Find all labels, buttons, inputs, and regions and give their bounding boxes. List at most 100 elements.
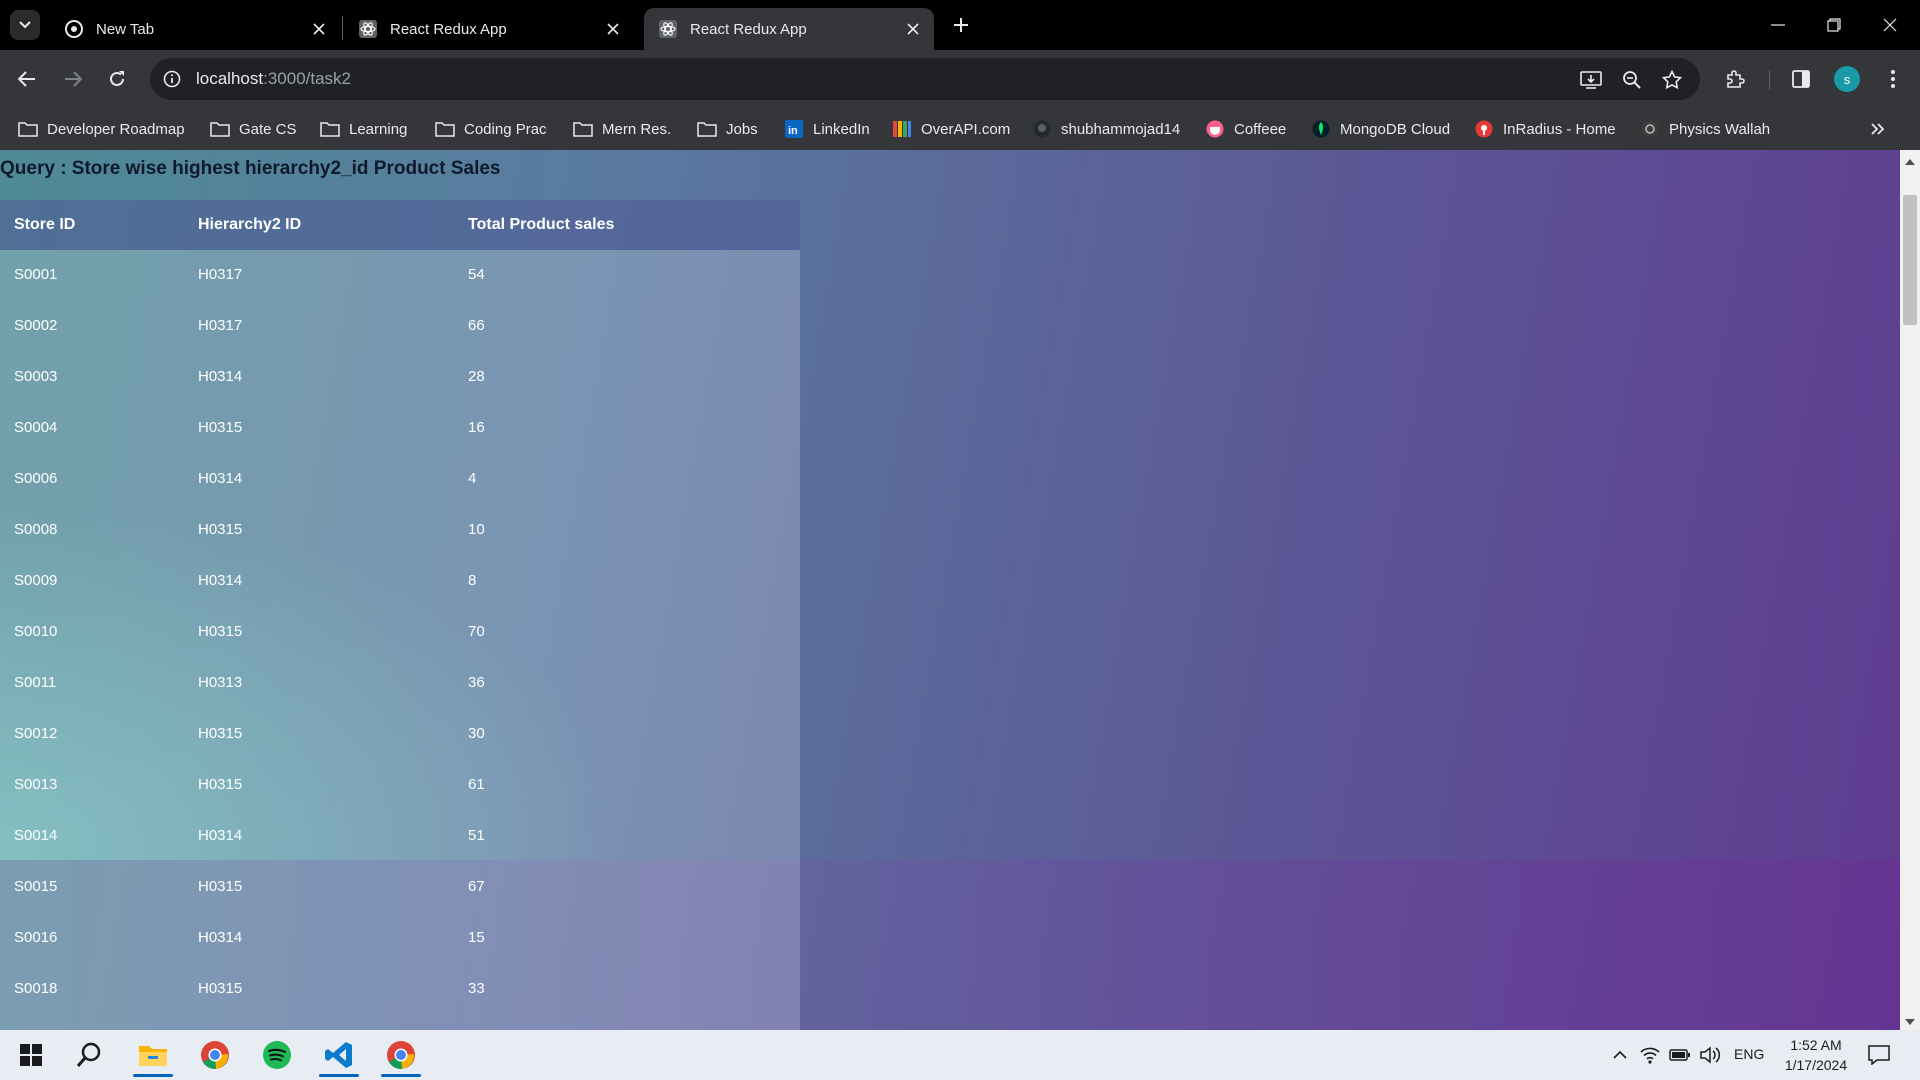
running-indicator <box>319 1074 359 1077</box>
system-clock[interactable]: 1:52 AM 1/17/2024 <box>1776 1035 1856 1075</box>
speaker-icon <box>1700 1046 1721 1064</box>
tab-title: React Redux App <box>690 20 807 38</box>
taskbar-spotify[interactable] <box>252 1033 302 1077</box>
taskbar-search-button[interactable] <box>64 1033 114 1077</box>
input-language[interactable]: ENG <box>1734 1046 1764 1062</box>
url-text[interactable]: localhost:3000/task2 <box>196 69 351 89</box>
bookmark-label: OverAPI.com <box>921 120 1011 138</box>
header-hierarchy2-id: Hierarchy2 ID <box>198 216 302 233</box>
taskbar-chrome[interactable] <box>190 1033 240 1077</box>
tab-new-tab[interactable]: New Tab <box>50 8 340 50</box>
coffee-icon <box>1205 120 1225 138</box>
more-bookmarks-button[interactable] <box>1866 118 1890 140</box>
bookmark-star-icon[interactable] <box>1659 67 1685 93</box>
bookmark-label: Coding Prac <box>464 120 547 138</box>
side-panel-button[interactable] <box>1784 62 1818 96</box>
bookmark-label: LinkedIn <box>813 120 870 138</box>
bookmark-overapi[interactable]: OverAPI.com <box>892 118 1010 140</box>
notifications-button[interactable] <box>1868 1044 1890 1066</box>
svg-text:in: in <box>788 125 798 137</box>
bookmark-developer-roadmap[interactable]: Developer Roadmap <box>18 118 185 140</box>
extensions-button[interactable] <box>1718 62 1752 96</box>
taskbar-chrome-active[interactable] <box>376 1033 426 1077</box>
tab-react-redux-app-active[interactable]: React Redux App <box>644 8 934 50</box>
tab-strip: New Tab React Redux App React Redux App <box>0 0 1920 50</box>
install-app-icon[interactable] <box>1578 67 1604 93</box>
volume-control[interactable] <box>1699 1044 1721 1066</box>
cell-store-id: S0001 <box>14 266 58 283</box>
cell-hierarchy2-id: H0315 <box>198 419 243 436</box>
scroll-up-arrow-icon[interactable] <box>1904 156 1916 168</box>
close-icon[interactable] <box>902 18 924 40</box>
show-hidden-icons-button[interactable] <box>1609 1044 1631 1066</box>
tab-react-redux-app-1[interactable]: React Redux App <box>344 8 634 50</box>
vscode-icon <box>325 1042 352 1068</box>
restore-button[interactable] <box>1806 0 1862 50</box>
vertical-scrollbar[interactable] <box>1900 150 1920 1030</box>
arrow-left-icon <box>18 71 35 87</box>
menu-button[interactable] <box>1876 62 1910 96</box>
cell-total-sales: 28 <box>468 368 485 385</box>
notification-icon <box>1868 1045 1890 1065</box>
battery-status[interactable] <box>1669 1044 1691 1066</box>
cell-total-sales: 67 <box>468 878 485 895</box>
mongodb-icon <box>1311 120 1331 138</box>
bookmark-learning[interactable]: Learning <box>320 118 407 140</box>
cell-store-id: S0008 <box>14 521 58 538</box>
cell-hierarchy2-id: H0313 <box>198 674 243 691</box>
minimize-icon <box>1771 24 1785 26</box>
zoom-icon[interactable] <box>1619 67 1645 93</box>
cell-hierarchy2-id: H0315 <box>198 776 243 793</box>
profile-avatar[interactable]: s <box>1834 66 1860 92</box>
taskbar-file-explorer[interactable] <box>128 1033 178 1077</box>
cell-total-sales: 51 <box>468 827 485 844</box>
header-store-id: Store ID <box>14 216 76 233</box>
tab-search-button[interactable] <box>10 10 40 40</box>
table-row: S0006 H0314 4 <box>0 454 800 505</box>
close-icon[interactable] <box>308 18 330 40</box>
start-button[interactable] <box>6 1033 56 1077</box>
bookmark-gate-cs[interactable]: Gate CS <box>210 118 297 140</box>
cell-total-sales: 15 <box>468 929 485 946</box>
chevron-up-icon <box>1613 1051 1627 1059</box>
minimize-button[interactable] <box>1750 0 1806 50</box>
address-bar[interactable]: localhost:3000/task2 <box>150 58 1700 100</box>
chrome-active-icon <box>387 1041 415 1070</box>
toolbar-separator <box>1769 70 1770 90</box>
bookmark-inradius-home[interactable]: InRadius - Home <box>1474 118 1616 140</box>
taskbar-vscode[interactable] <box>314 1033 364 1077</box>
network-status[interactable] <box>1639 1044 1661 1066</box>
scroll-down-arrow-icon[interactable] <box>1904 1016 1916 1028</box>
chevron-down-icon <box>19 21 31 29</box>
site-info-icon[interactable] <box>160 67 184 91</box>
table-row: S0009 H0314 8 <box>0 556 800 607</box>
table-row: S0015 H0315 67 <box>0 862 800 913</box>
close-icon[interactable] <box>602 18 624 40</box>
table-row: S0011 H0313 36 <box>0 658 800 709</box>
close-window-button[interactable] <box>1862 0 1918 50</box>
bookmark-github[interactable]: shubhammojad14 <box>1032 118 1180 140</box>
new-tab-button[interactable] <box>948 12 974 38</box>
bookmark-mern-res[interactable]: Mern Res. <box>573 118 671 140</box>
bookmarks-bar: Developer Roadmap Gate CS Learning Codin… <box>0 108 1920 150</box>
cell-hierarchy2-id: H0314 <box>198 470 243 487</box>
bookmark-physics-wallah[interactable]: Physics Wallah <box>1640 118 1770 140</box>
forward-button[interactable] <box>56 62 90 96</box>
bookmark-linkedin[interactable]: in LinkedIn <box>784 118 870 140</box>
cell-store-id: S0009 <box>14 572 58 589</box>
back-button[interactable] <box>10 62 44 96</box>
bookmark-coffeee[interactable]: Coffeee <box>1205 118 1286 140</box>
bookmark-jobs[interactable]: Jobs <box>697 118 758 140</box>
clock-date: 1/17/2024 <box>1784 1057 1848 1073</box>
cell-hierarchy2-id: H0314 <box>198 929 243 946</box>
bookmark-label: Coffeee <box>1234 120 1287 138</box>
chrome-icon <box>64 19 84 39</box>
close-icon <box>1883 18 1897 32</box>
scrollbar-thumb[interactable] <box>1903 195 1917 325</box>
table-row: S0010 H0315 70 <box>0 607 800 658</box>
cell-total-sales: 61 <box>468 776 485 793</box>
bookmark-coding-prac[interactable]: Coding Prac <box>435 118 547 140</box>
bookmark-mongodb-cloud[interactable]: MongoDB Cloud <box>1311 118 1450 140</box>
reload-button[interactable] <box>100 62 134 96</box>
chrome-icon <box>201 1041 229 1070</box>
